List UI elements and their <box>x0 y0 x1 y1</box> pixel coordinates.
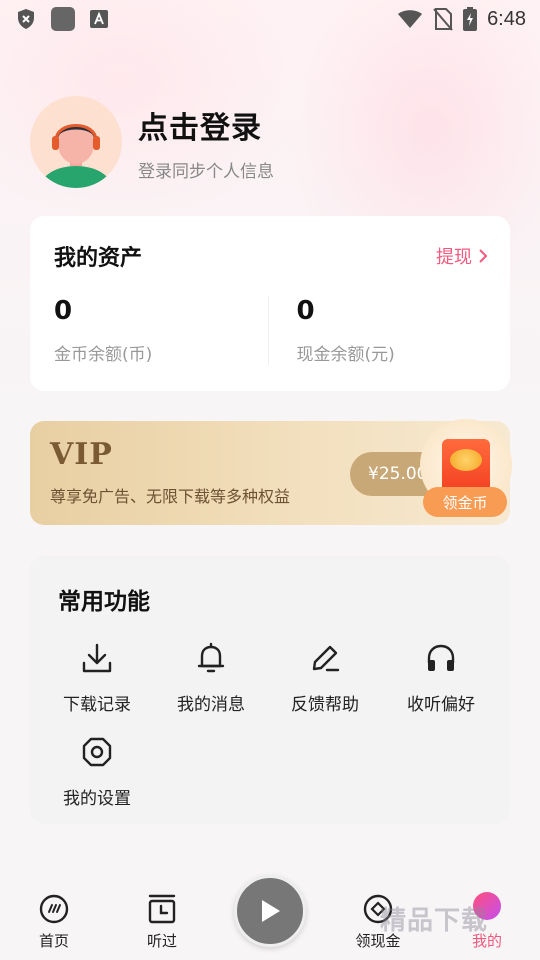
status-time: 6:48 <box>487 7 526 30</box>
app-square-icon <box>50 6 76 32</box>
status-left <box>16 6 108 32</box>
play-icon <box>262 900 280 922</box>
withdraw-label: 提现 <box>436 247 472 268</box>
func-label: 反馈帮助 <box>291 695 359 715</box>
nav-label: 首页 <box>38 932 69 950</box>
nav-label: 听过 <box>146 932 177 950</box>
no-sim-icon <box>433 7 453 31</box>
func-feedback-help[interactable]: 反馈帮助 <box>270 640 380 715</box>
bell-icon <box>156 640 266 676</box>
coin-balance-label: 金币余额(币) <box>54 345 153 365</box>
get-coin-button[interactable]: 领金币 <box>423 487 507 517</box>
nav-history[interactable]: 听过 <box>122 892 202 951</box>
assets-card: 我的资产 提现 0 金币余额(币) 0 现金余额(元) <box>30 216 510 391</box>
vip-title: VIP <box>50 437 113 472</box>
login-title[interactable]: 点击登录 <box>138 103 274 147</box>
login-subtitle: 登录同步个人信息 <box>138 161 274 182</box>
coin-balance-value: 0 <box>54 296 73 326</box>
nav-home[interactable]: 首页 <box>14 892 94 951</box>
vip-banner[interactable]: VIP 尊享免广告、无限下载等多种权益 ¥25.00 领金币 <box>30 419 512 525</box>
edit-icon <box>270 640 380 676</box>
status-right: 6:48 <box>397 7 526 31</box>
shield-x-icon <box>16 8 36 30</box>
a-letter-icon <box>90 10 108 28</box>
watermark: 精品下载 <box>380 906 489 936</box>
assets-body: 0 金币余额(币) 0 现金余额(元) <box>30 296 510 365</box>
wifi-icon <box>397 9 423 29</box>
play-button[interactable] <box>234 875 306 947</box>
settings-icon <box>42 734 152 770</box>
cash-balance-value: 0 <box>296 296 315 326</box>
history-clock-icon <box>122 892 202 926</box>
functions-card: 常用功能 下载记录 我的消息 反馈帮助 收听偏好 我的设置 <box>30 556 510 824</box>
download-icon <box>42 640 152 676</box>
profile-login[interactable]: 点击登录 登录同步个人信息 <box>30 96 274 188</box>
func-my-messages[interactable]: 我的消息 <box>156 640 266 715</box>
cash-balance[interactable]: 0 现金余额(元) <box>267 296 511 365</box>
gold-coin-icon <box>450 449 482 471</box>
vip-subtitle: 尊享免广告、无限下载等多种权益 <box>50 487 291 506</box>
chevron-right-icon <box>479 249 488 263</box>
assets-header: 我的资产 提现 <box>30 216 510 272</box>
func-label: 下载记录 <box>63 695 131 715</box>
avatar[interactable] <box>30 96 122 188</box>
func-listening-preferences[interactable]: 收听偏好 <box>386 640 496 715</box>
func-label: 我的设置 <box>63 789 131 809</box>
profile-text: 点击登录 登录同步个人信息 <box>138 103 274 182</box>
func-label: 我的消息 <box>177 695 245 715</box>
func-my-settings[interactable]: 我的设置 <box>42 734 152 809</box>
avatar-illustration-icon <box>40 124 112 188</box>
assets-title: 我的资产 <box>54 246 143 271</box>
func-label: 收听偏好 <box>407 695 475 715</box>
func-download-records[interactable]: 下载记录 <box>42 640 152 715</box>
withdraw-button[interactable]: 提现 <box>436 243 488 269</box>
battery-charging-icon <box>463 7 478 31</box>
home-dial-icon <box>14 892 94 926</box>
headphones-icon <box>386 640 496 676</box>
status-bar: 6:48 <box>0 0 540 38</box>
cash-balance-label: 现金余额(元) <box>296 345 395 365</box>
coin-balance[interactable]: 0 金币余额(币) <box>30 296 268 365</box>
functions-title: 常用功能 <box>58 589 150 615</box>
